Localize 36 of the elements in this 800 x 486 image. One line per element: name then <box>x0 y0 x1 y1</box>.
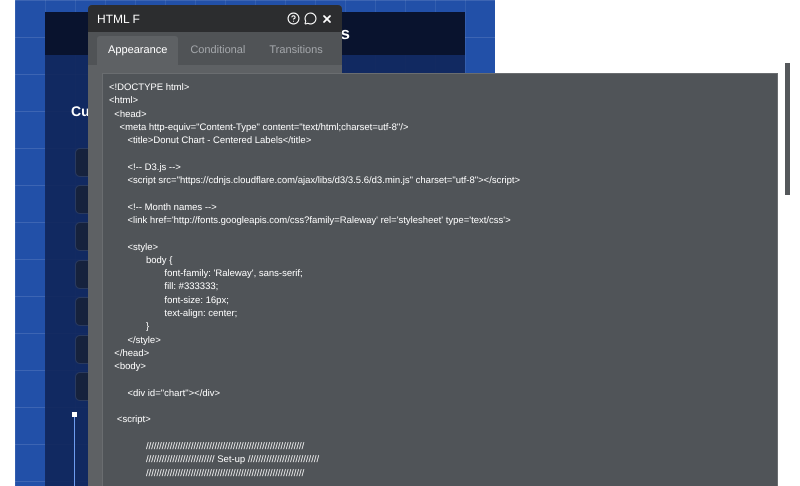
code-line: </head> <box>113 348 150 359</box>
code-line: //////////////////////////////////////////////////////////// <box>144 441 304 452</box>
code-line: //////////////////////////////////////////////////////////// <box>144 468 304 479</box>
code-line: <script> <box>116 414 151 426</box>
code-line: <!DOCTYPE html> <box>109 82 190 93</box>
code-line: <div id="chart"></div> <box>126 388 220 399</box>
code-line: <!-- Month names --> <box>126 202 217 213</box>
selection-handle[interactable] <box>72 412 77 417</box>
code-editor[interactable] <box>102 73 778 486</box>
code-line: <meta http-equiv="Content-Type" content="text/html;charset=utf-8"/> <box>118 122 408 133</box>
code-line: ////////////////////////// Set-up /////////////////////////// <box>144 454 320 466</box>
tab[interactable]: Conditional <box>178 36 258 65</box>
code-line: </style> <box>126 334 161 346</box>
tab[interactable]: Appearance <box>97 36 178 65</box>
code-line: <link href='http://fonts.googleapis.com/css?family=Raleway' rel='stylesheet' type='text/css'> <box>126 214 511 226</box>
code-line: <script src="https://cdnjs.cloudflare.com/ajax/libs/d3/3.5.6/d3.min.js" charset="utf-8"></script> <box>126 175 520 186</box>
code-line: <!-- D3.js --> <box>126 162 181 173</box>
code-line: <body> <box>113 361 146 372</box>
header-text: s <box>340 22 350 45</box>
tab[interactable]: Transitions <box>257 36 335 65</box>
code-line: body { <box>144 254 172 266</box>
code-line: <title>Donut Chart - Centered Labels</title> <box>126 135 312 146</box>
code-line: font-family: 'Raleway', sans-serif; <box>163 268 303 280</box>
comment-icon[interactable] <box>304 12 317 25</box>
code-line: <style> <box>126 242 158 253</box>
scrollbar[interactable] <box>785 63 790 195</box>
close-icon[interactable] <box>321 12 333 24</box>
code-line: fill: #333333; <box>163 281 218 292</box>
code-line: font-size: 16px; <box>163 294 229 306</box>
help-icon[interactable] <box>287 12 300 25</box>
code-line: } <box>144 321 150 332</box>
selection-line <box>74 417 75 486</box>
code-line: text-align: center; <box>163 308 238 320</box>
code-line: <head> <box>113 108 147 120</box>
window-title: HTML F <box>97 10 141 28</box>
code-line: <html> <box>109 95 138 106</box>
